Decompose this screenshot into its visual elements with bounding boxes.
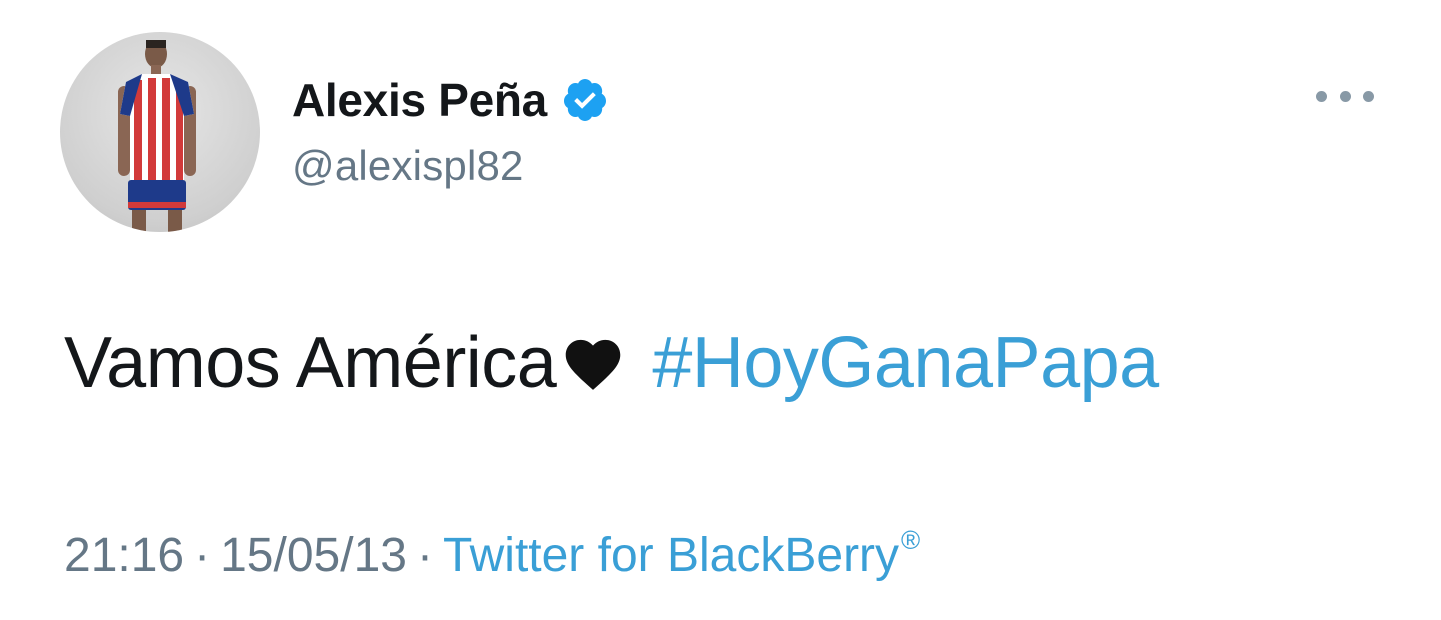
tweet-time[interactable]: 21:16 [64,529,184,582]
meta-separator: · [194,529,211,582]
meta-separator: · [416,529,433,582]
more-dot [1316,90,1327,102]
hashtag-link[interactable]: #HoyGanaPapa [652,323,1159,403]
avatar-player-image [118,40,196,232]
tweet-date[interactable]: 15/05/13 [220,529,407,582]
more-dot [1339,90,1351,102]
black-heart-icon [560,326,626,390]
tweet-source-label: Twitter for BlackBerry [442,529,900,582]
more-dot [1363,90,1374,102]
avatar[interactable] [60,32,260,232]
tweet-text: Vamos América #HoyGanaPapa [64,322,1159,404]
verified-badge-icon [561,76,609,124]
registered-mark: ® [901,525,921,555]
more-options-icon[interactable] [1316,84,1374,108]
tweet-text-content: Vamos América [64,323,557,403]
author-display-name[interactable]: Alexis Peña [292,73,547,127]
author-name-row: Alexis Peña [292,72,609,128]
tweet-card: Alexis Peña @alexispl82 Vamos América #Ho… [0,0,1441,620]
tweet-author[interactable]: Alexis Peña @alexispl82 [292,72,609,190]
author-handle[interactable]: @alexispl82 [292,142,609,190]
tweet-metadata: 21:16 · 15/05/13 · Twitter for BlackBerry® [64,525,920,583]
tweet-source-link[interactable]: Twitter for BlackBerry® [442,525,920,582]
